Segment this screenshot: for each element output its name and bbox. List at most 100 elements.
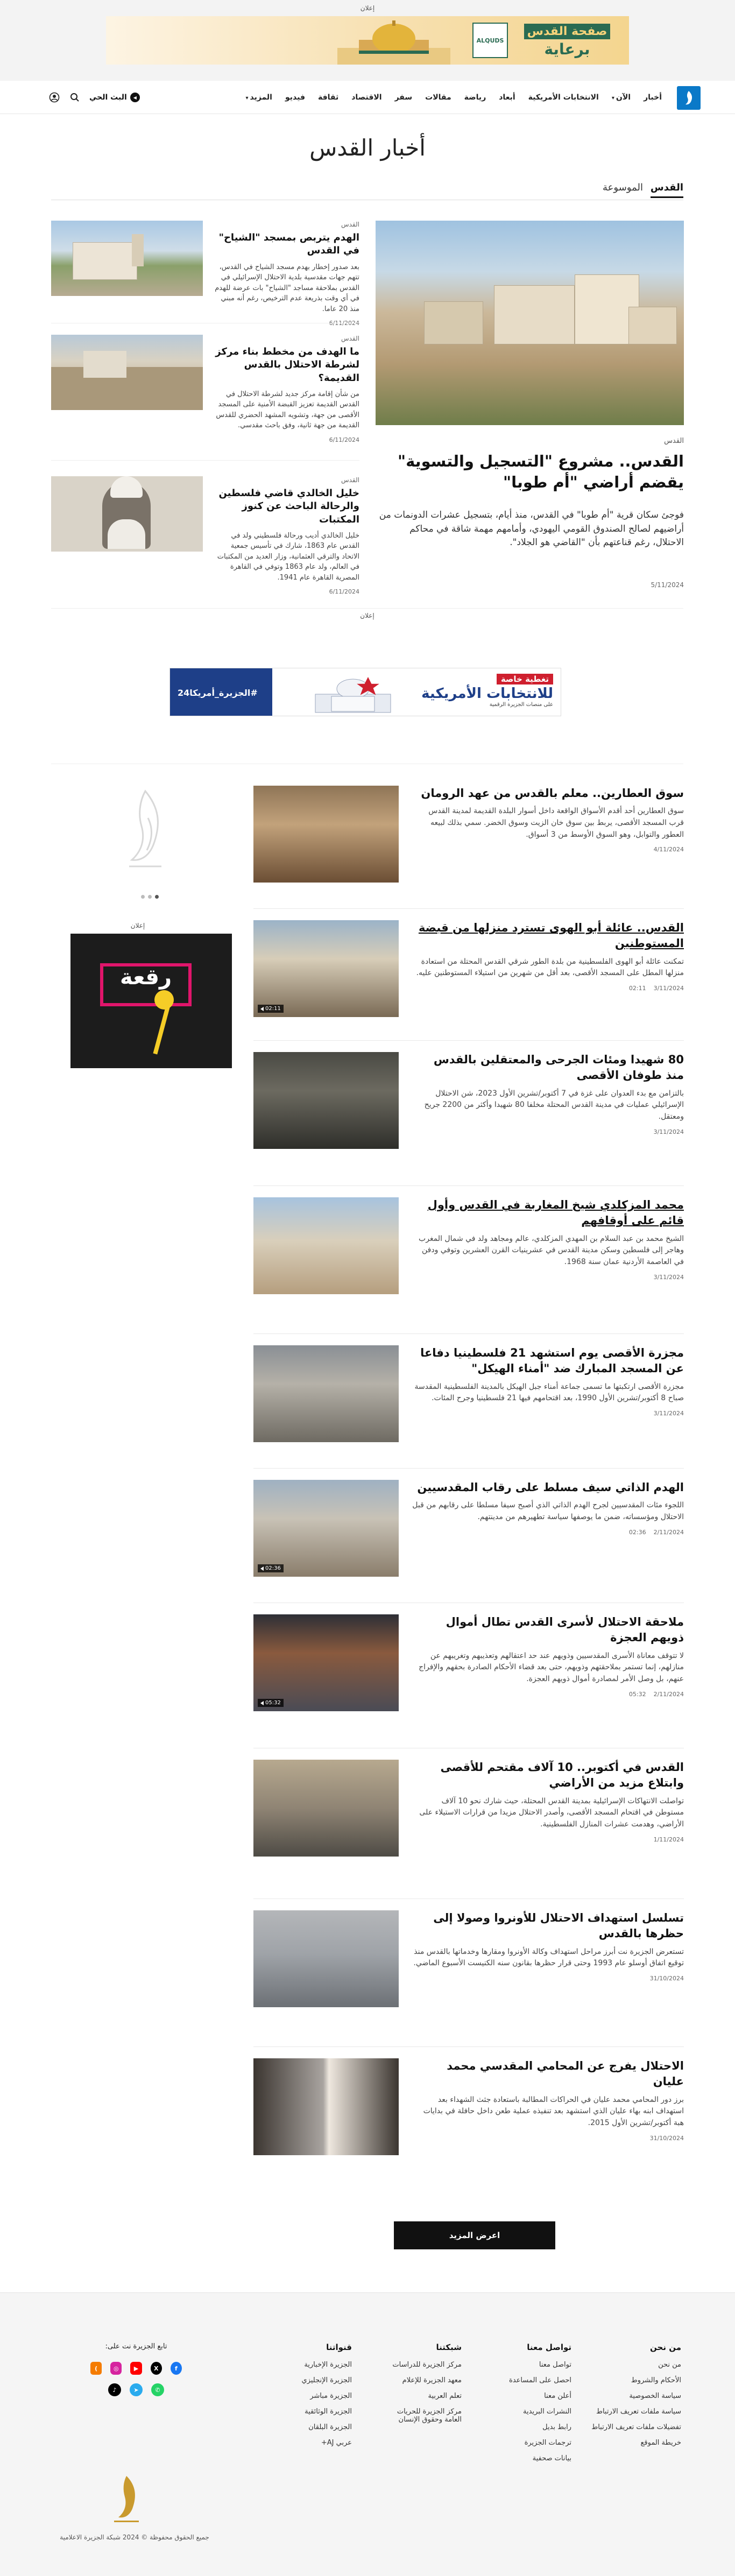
aljazeera-logo[interactable] <box>677 86 701 110</box>
facebook-icon[interactable]: f <box>170 2362 182 2375</box>
footer-link[interactable]: ترجمات الجزيرة <box>509 2439 571 2447</box>
article-title[interactable]: تسلسل استهداف الاحتلال للأونروا وصولا إل… <box>433 1911 684 1940</box>
side-article-title[interactable]: خليل الخالدي قاضي فلسطين والرحالة الباحث… <box>218 488 359 525</box>
footer-link[interactable]: الجزيرة الوثائقية <box>302 2408 352 2416</box>
article-title[interactable]: الاحتلال يفرج عن المحامي المقدسي محمد عل… <box>447 2059 684 2088</box>
article-thumbnail[interactable] <box>253 2058 399 2155</box>
article-thumbnail[interactable]: 02:11 <box>253 920 399 1017</box>
side-article-thumbnail[interactable] <box>51 221 203 296</box>
footer-link[interactable]: مركز الجزيرة للدراسات <box>381 2361 462 2369</box>
article-date: 3/11/2024 <box>653 1410 684 1417</box>
ad-label: إعلان <box>360 612 374 619</box>
article-title[interactable]: مجزرة الأقصى يوم استشهد 21 فلسطينيا دفاع… <box>420 1346 684 1375</box>
footer-link[interactable]: تفضيلات ملفات تعريف الارتباط <box>591 2423 681 2431</box>
article-thumbnail[interactable] <box>253 1197 399 1294</box>
footer-link[interactable]: خريطة الموقع <box>591 2439 681 2447</box>
featured-category[interactable]: القدس <box>664 437 684 445</box>
article-meta: 3/11/2024 <box>412 1410 684 1417</box>
footer-link[interactable]: النشرات البريدية <box>509 2408 571 2416</box>
youtube-icon[interactable]: ▶ <box>130 2362 142 2375</box>
side-article-category[interactable]: القدس <box>212 335 359 342</box>
footer-link[interactable]: احصل على المساعدة <box>509 2376 571 2384</box>
article-thumbnail[interactable] <box>253 786 399 883</box>
tab-alquds[interactable]: القدس <box>650 182 683 198</box>
footer-link[interactable]: تواصل معنا <box>509 2361 571 2369</box>
carousel-dot[interactable] <box>148 895 152 899</box>
nav-item-articles[interactable]: مقالات <box>419 93 458 102</box>
article-title[interactable]: محمد المزكلدي شيخ المغاربة في القدس وأول… <box>428 1198 684 1227</box>
article-title[interactable]: الهدم الذاتي سيف مسلط على رقاب المقدسيين <box>417 1481 684 1494</box>
footer-link[interactable]: سياسة ملفات تعريف الارتباط <box>591 2408 681 2416</box>
article-thumbnail[interactable]: 05:32 <box>253 1614 399 1711</box>
side-article-title[interactable]: ما الهدف من مخطط بناء مركز لشرطة الاحتلا… <box>215 346 359 384</box>
article-thumbnail[interactable] <box>253 1760 399 1857</box>
show-more-button[interactable]: اعرض المزيد <box>394 2221 555 2249</box>
carousel-dot[interactable] <box>155 895 159 899</box>
footer-column-contact: تواصل معنا تواصل معنا احصل على المساعدة … <box>509 2342 571 2470</box>
footer-link[interactable]: أعلن معنا <box>509 2392 571 2400</box>
nav-item-dimensions[interactable]: أبعاد <box>492 93 521 102</box>
side-article-thumbnail[interactable] <box>51 335 203 410</box>
instagram-icon[interactable]: ◎ <box>110 2362 122 2375</box>
dome-illustration <box>337 20 450 65</box>
featured-image[interactable] <box>376 221 684 425</box>
footer-link[interactable]: سياسة الخصوصية <box>591 2392 681 2400</box>
article-excerpt: تواصلت الانتهاكات الإسرائيلية بمدينة الق… <box>419 1796 684 1829</box>
footer-link[interactable]: الأحكام والشروط <box>591 2376 681 2384</box>
article-thumbnail[interactable]: 02:36 <box>253 1480 399 1577</box>
tab-encyclopedia[interactable]: الموسوعة <box>603 182 643 196</box>
side-article-category[interactable]: القدس <box>212 476 359 484</box>
rail-ad[interactable]: رقعة <box>70 934 232 1068</box>
article-title[interactable]: سوق العطارين.. معلم بالقدس من عهد الروما… <box>421 787 684 800</box>
nav-item-news[interactable]: أخبار <box>637 93 668 102</box>
footer-link[interactable]: الجزيرة البلقان <box>302 2423 352 2431</box>
footer-column-channels: قنواتنا الجزيرة الإخبارية الجزيرة الإنجل… <box>302 2342 352 2454</box>
whatsapp-icon[interactable]: ✆ <box>151 2383 164 2396</box>
footer-link[interactable]: الجزيرة الإخبارية <box>302 2361 352 2369</box>
footer-link[interactable]: تعلم العربية <box>381 2392 462 2400</box>
article-title[interactable]: ملاحقة الاحتلال لأسرى القدس تطال أموال ذ… <box>446 1615 684 1644</box>
rss-icon[interactable]: ) <box>90 2362 102 2375</box>
nav-item-video[interactable]: فيديو <box>279 93 312 102</box>
article-thumbnail[interactable] <box>253 1345 399 1442</box>
footer-link[interactable]: عربي AJ+ <box>302 2439 352 2447</box>
carousel-dots[interactable] <box>141 895 159 899</box>
top-ad-banner[interactable]: ALQUDS صفحة القدس برعاية <box>106 16 629 65</box>
nav-item-travel[interactable]: سفر <box>388 93 419 102</box>
article-title[interactable]: القدس في أكتوبر.. 10 آلاف مقتحم للأقصى و… <box>440 1761 684 1789</box>
footer-link[interactable]: معهد الجزيرة للإعلام <box>381 2376 462 2384</box>
nav-item-sports[interactable]: رياضة <box>458 93 493 102</box>
mid-ad-banner[interactable]: #الجزيرة_أمريكا24 تغطية خاصة للانتخابات … <box>169 668 561 716</box>
telegram-icon[interactable]: ➤ <box>130 2383 143 2396</box>
search-icon[interactable] <box>69 91 81 103</box>
side-article-title[interactable]: الهدم يتربص بمسجد "الشياح" في القدس <box>219 232 359 256</box>
article-thumbnail[interactable] <box>253 1052 399 1149</box>
article-title[interactable]: القدس.. عائلة أبو الهوى تسترد منزلها من … <box>419 921 684 950</box>
footer-link[interactable]: بيانات صحفية <box>509 2454 571 2462</box>
nav-item-us-elections[interactable]: الانتخابات الأمريكية <box>522 93 605 102</box>
social-row: f X ▶ ◎ ) <box>90 2362 182 2375</box>
banner-text: تغطية خاصة للانتخابات الأمريكية على منصا… <box>413 674 553 708</box>
aljazeera-footer-logo[interactable] <box>108 2473 145 2524</box>
nav-item-more[interactable]: المزيد▾ <box>239 93 279 102</box>
nav-item-culture[interactable]: ثقافة <box>312 93 345 102</box>
navbar: أخبار الآن▾ الانتخابات الأمريكية أبعاد ر… <box>0 81 735 114</box>
footer-link[interactable]: من نحن <box>591 2361 681 2369</box>
article-thumbnail[interactable] <box>253 1910 399 2007</box>
footer-link[interactable]: رابط بديل <box>509 2423 571 2431</box>
featured-title[interactable]: القدس.. مشروع "التسجيل والتسوية" يقضم أر… <box>376 451 684 493</box>
side-article-thumbnail[interactable] <box>51 476 203 552</box>
footer-link[interactable]: الجزيرة مباشر <box>302 2392 352 2400</box>
divider <box>253 1185 684 1186</box>
footer-link[interactable]: الجزيرة الإنجليزي <box>302 2376 352 2384</box>
user-icon[interactable] <box>48 91 60 103</box>
x-twitter-icon[interactable]: X <box>150 2362 162 2375</box>
footer-link[interactable]: مركز الجزيرة للحريات العامة وحقوق الإنسا… <box>381 2408 462 2424</box>
carousel-dot[interactable] <box>141 895 145 899</box>
article-title[interactable]: 80 شهيدا ومئات الجرحى والمعتقلين بالقدس … <box>434 1053 684 1082</box>
nav-item-economy[interactable]: الاقتصاد <box>345 93 388 102</box>
side-article-category[interactable]: القدس <box>212 221 359 228</box>
tiktok-icon[interactable]: ♪ <box>108 2383 121 2396</box>
nav-item-now[interactable]: الآن▾ <box>605 93 637 102</box>
live-button[interactable]: ◀ البث الحي <box>89 93 140 102</box>
